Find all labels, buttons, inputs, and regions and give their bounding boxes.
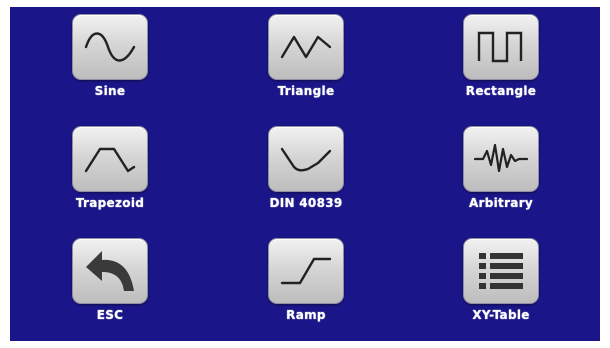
trapezoid-wave-icon [84,147,136,173]
sine-label: Sine [94,84,126,98]
arbitrary-button[interactable]: Arbitrary [426,120,576,230]
esc-button[interactable]: ESC [35,232,185,341]
xy-table-label: XY-Table [472,308,530,322]
ramp-icon [280,257,332,285]
ramp-label: Ramp [286,308,326,322]
triangle-label: Triangle [277,84,335,98]
din-40839-button[interactable]: DIN 40839 [231,120,381,230]
triangle-button[interactable]: Triangle [231,8,381,118]
ramp-icon-box [268,238,344,304]
esc-label: ESC [96,308,124,322]
list-icon [479,253,523,289]
function-generator-menu: Sine Triangle Rectangle Trapezoid DIN 40… [10,7,600,341]
xy-table-icon-box [463,238,539,304]
trapezoid-icon-box [72,126,148,192]
back-arrow-icon [86,251,134,291]
triangle-wave-icon [280,35,332,59]
arbitrary-wave-icon [473,143,529,173]
trapezoid-button[interactable]: Trapezoid [35,120,185,230]
din-40839-icon-box [268,126,344,192]
din-40839-curve-icon [280,147,332,172]
arbitrary-label: Arbitrary [468,196,534,210]
triangle-icon-box [268,14,344,80]
esc-icon-box [72,238,148,304]
xy-table-button[interactable]: XY-Table [426,232,576,341]
sine-button[interactable]: Sine [35,8,185,118]
rectangle-wave-icon [477,31,523,63]
trapezoid-label: Trapezoid [75,196,145,210]
rectangle-label: Rectangle [465,84,537,98]
arbitrary-icon-box [463,126,539,192]
sine-icon-box [72,14,148,80]
rectangle-button[interactable]: Rectangle [426,8,576,118]
din-40839-label: DIN 40839 [269,196,343,210]
rectangle-icon-box [463,14,539,80]
ramp-button[interactable]: Ramp [231,232,381,341]
sine-wave-icon [84,32,136,62]
